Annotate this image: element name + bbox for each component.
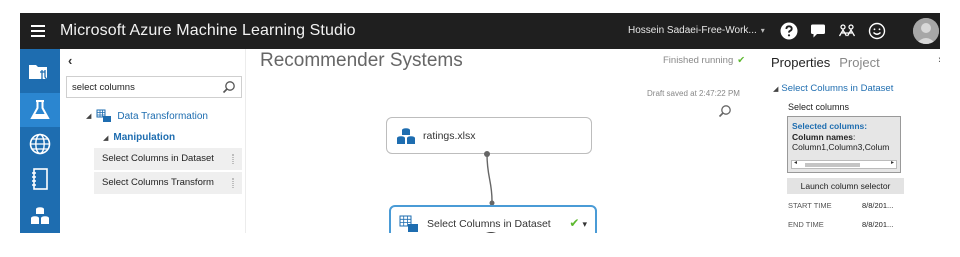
connection-edge[interactable] bbox=[472, 149, 512, 209]
select-columns-icon bbox=[399, 215, 418, 232]
property-section-header[interactable]: ◢ Select Columns in Dataset bbox=[773, 83, 893, 94]
column-names-value: Column1,Column3,Colum bbox=[792, 142, 890, 152]
module-node-label: Select Columns in Dataset bbox=[427, 218, 551, 230]
workspace-selector[interactable]: Hossein Sadaei-Free-Work... ▾ bbox=[628, 13, 765, 49]
left-nav-rail bbox=[20, 49, 60, 233]
tree-category-label: Data Transformation bbox=[117, 110, 208, 122]
start-time-row: START TIME 8/8/201... bbox=[788, 201, 908, 210]
rail-experiments[interactable] bbox=[20, 93, 60, 127]
top-bar: Microsoft Azure Machine Learning Studio … bbox=[20, 13, 940, 49]
user-avatar-icon bbox=[913, 18, 939, 44]
workspace-name: Hossein Sadaei-Free-Work... bbox=[628, 25, 757, 36]
horizontal-scrollbar[interactable]: ◂ ▸ bbox=[791, 160, 897, 169]
end-time-row: END TIME 8/8/201... bbox=[788, 220, 908, 229]
module-item-label: Select Columns in Dataset bbox=[102, 153, 214, 164]
chevron-down-icon: ▾ bbox=[760, 26, 765, 35]
module-node-status: ✔ ▾ bbox=[569, 216, 587, 230]
search-icon[interactable] bbox=[222, 80, 236, 94]
module-node-label: ratings.xlsx bbox=[423, 129, 476, 142]
module-item-label: Select Columns Transform bbox=[102, 177, 214, 188]
expanded-triangle-icon: ◢ bbox=[103, 134, 109, 142]
palette-search-input[interactable] bbox=[67, 77, 217, 98]
column-names-label: Column names bbox=[792, 132, 853, 142]
dataset-icon bbox=[397, 127, 415, 144]
datasets-icon bbox=[31, 207, 49, 224]
property-section-label: Select Columns in Dataset bbox=[781, 83, 894, 94]
rail-web-services[interactable] bbox=[20, 127, 60, 161]
module-palette: ‹ ◢ Data Transformation ◢ Manipulation S… bbox=[60, 49, 246, 233]
menu-icon[interactable] bbox=[20, 13, 56, 49]
selected-columns-box: Selected columns: Column names: Column1,… bbox=[787, 116, 901, 173]
tree-subcategory-manipulation[interactable]: ◢ Manipulation bbox=[103, 132, 175, 143]
selected-columns-heading: Selected columns: bbox=[792, 121, 868, 131]
module-item-select-columns-in-dataset[interactable]: Select Columns in Dataset bbox=[94, 148, 242, 170]
app-title: Microsoft Azure Machine Learning Studio bbox=[60, 22, 356, 39]
scroll-right-icon[interactable]: ▸ bbox=[891, 159, 894, 166]
tree-category-data-transformation[interactable]: ◢ Data Transformation bbox=[86, 109, 208, 123]
expanded-triangle-icon: ◢ bbox=[86, 113, 92, 120]
drag-handle-icon[interactable] bbox=[232, 178, 234, 188]
column-names-row: Column names: bbox=[792, 132, 856, 142]
experiment-title[interactable]: Recommender Systems bbox=[260, 50, 463, 72]
end-time-label: END TIME bbox=[788, 220, 824, 229]
tab-properties[interactable]: Properties bbox=[771, 55, 830, 70]
smiley-icon[interactable] bbox=[868, 22, 886, 40]
tab-project[interactable]: Project bbox=[839, 55, 879, 70]
collapse-palette-button[interactable]: ‹ bbox=[68, 53, 72, 68]
experiment-canvas[interactable]: Recommender Systems Finished running ✔ Dr… bbox=[247, 49, 757, 233]
experiments-icon bbox=[30, 100, 50, 119]
help-icon[interactable] bbox=[780, 22, 798, 40]
community-icon[interactable] bbox=[838, 22, 856, 40]
expanded-triangle-icon: ◢ bbox=[773, 86, 779, 93]
select-columns-label: Select columns bbox=[788, 102, 850, 112]
scroll-left-icon[interactable]: ◂ bbox=[794, 159, 797, 166]
launch-column-selector-button[interactable]: Launch column selector bbox=[787, 178, 904, 194]
check-icon: ✔ bbox=[569, 216, 580, 230]
web-services-icon bbox=[29, 133, 51, 155]
start-time-value: 8/8/201... bbox=[862, 201, 894, 210]
rail-datasets[interactable] bbox=[20, 199, 60, 233]
notebooks-icon bbox=[32, 168, 48, 190]
rail-projects[interactable] bbox=[20, 55, 60, 89]
avatar[interactable] bbox=[913, 18, 939, 44]
chevron-down-icon[interactable]: ▾ bbox=[582, 219, 587, 229]
check-icon: ✔ bbox=[737, 55, 746, 66]
projects-icon bbox=[29, 65, 50, 82]
properties-panel: Properties Project › ◢Select Columns in … bbox=[761, 49, 940, 233]
canvas-search-icon[interactable] bbox=[718, 104, 732, 118]
feedback-icon[interactable] bbox=[809, 22, 827, 40]
data-transformation-icon bbox=[96, 109, 112, 122]
run-status: Finished running ✔ bbox=[663, 55, 745, 66]
scrollbar-thumb[interactable] bbox=[805, 163, 860, 167]
drag-handle-icon[interactable] bbox=[232, 154, 234, 164]
palette-search bbox=[66, 76, 242, 98]
run-status-label: Finished running bbox=[663, 55, 734, 66]
app-window: Microsoft Azure Machine Learning Studio … bbox=[20, 13, 940, 233]
start-time-label: START TIME bbox=[788, 201, 832, 210]
tree-subcategory-label: Manipulation bbox=[113, 132, 176, 143]
collapse-properties-button[interactable]: › bbox=[938, 54, 940, 66]
end-time-value: 8/8/201... bbox=[862, 220, 894, 229]
module-node-select-columns[interactable]: Select Columns in Dataset ✔ ▾ bbox=[389, 205, 597, 233]
draft-saved-status: Draft saved at 2:47:22 PM bbox=[647, 89, 740, 98]
properties-tabs: Properties Project bbox=[771, 55, 880, 70]
rail-notebooks[interactable] bbox=[20, 162, 60, 196]
module-item-select-columns-transform[interactable]: Select Columns Transform bbox=[94, 172, 242, 194]
